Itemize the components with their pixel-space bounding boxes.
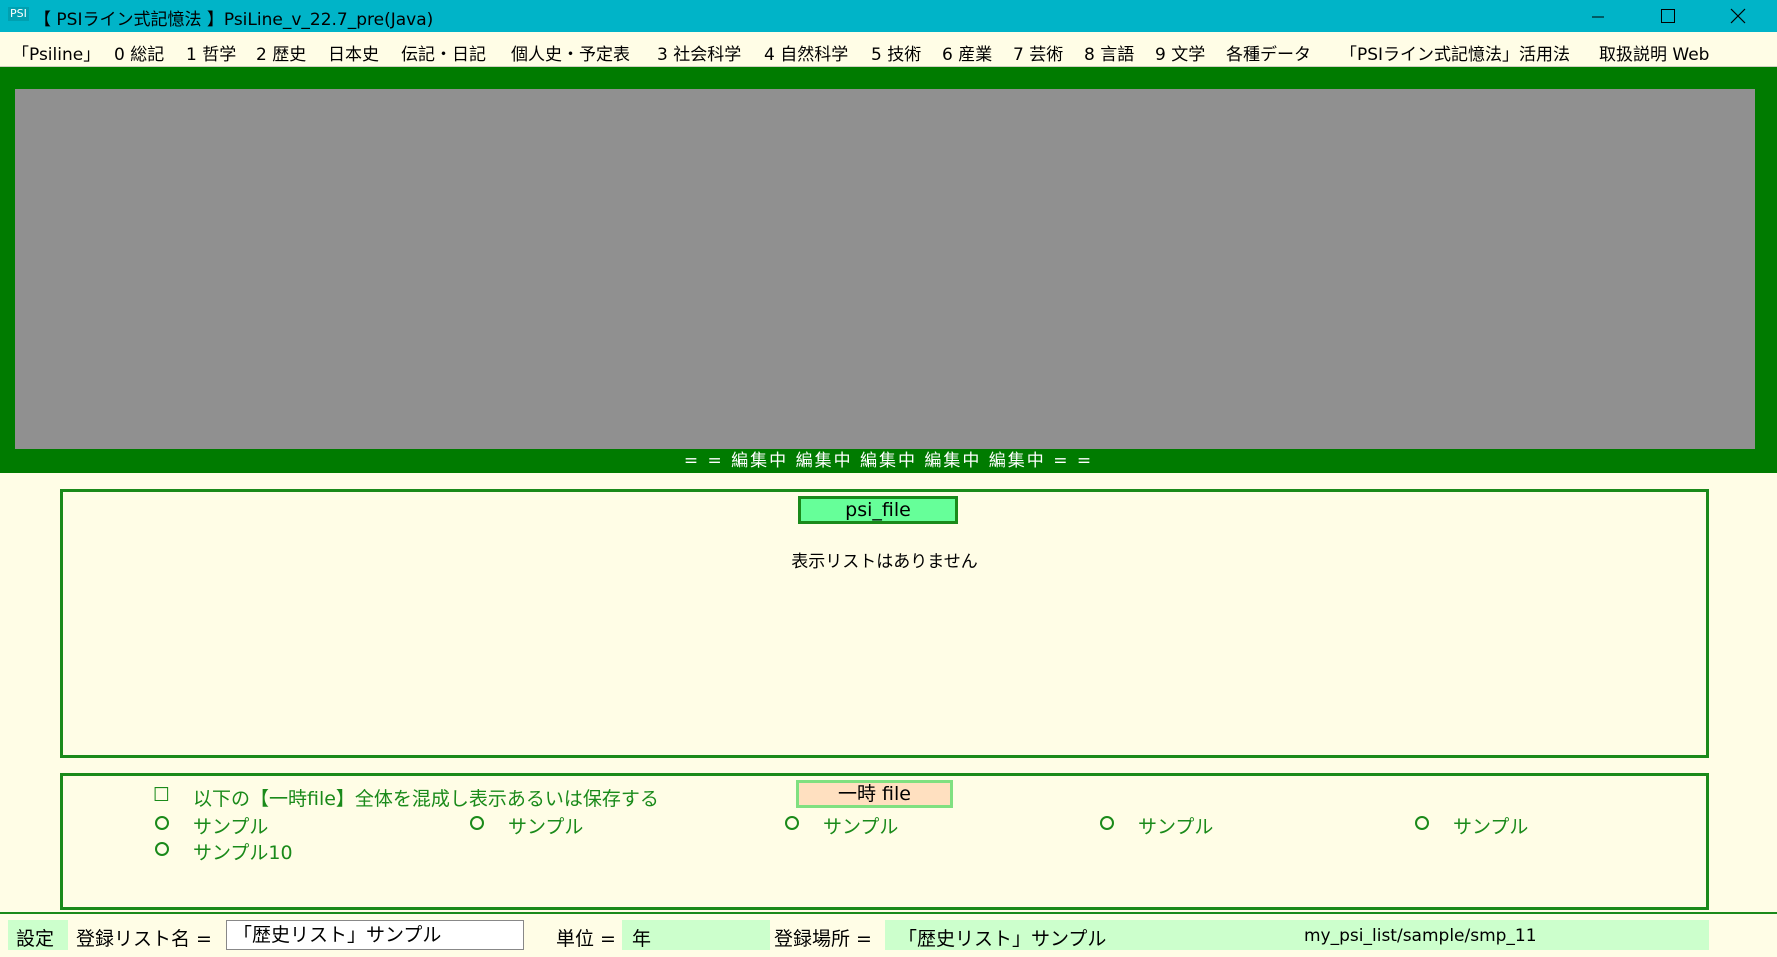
radio-label-3: サンプル xyxy=(823,816,899,838)
menu-language[interactable]: 8 言語 xyxy=(1084,40,1134,65)
menu-general[interactable]: 0 総記 xyxy=(114,40,164,65)
timeline-area: = = 編集中 編集中 編集中 編集中 編集中 = = xyxy=(0,67,1777,473)
radio-label-10: サンプル10 xyxy=(193,842,293,864)
list-path: my_psi_list/sample/smp_11 xyxy=(1304,926,1537,946)
maximize-button[interactable] xyxy=(1635,0,1701,32)
menu-literature[interactable]: 9 文学 xyxy=(1155,40,1205,65)
timeline-canvas[interactable] xyxy=(15,89,1755,449)
menu-technology[interactable]: 5 技術 xyxy=(871,40,921,65)
empty-list-message: 表示リストはありません xyxy=(791,552,978,572)
radio-sample-4[interactable] xyxy=(1100,816,1114,830)
menu-social-science[interactable]: 3 社会科学 xyxy=(657,40,741,65)
menu-philosophy[interactable]: 1 哲学 xyxy=(186,40,236,65)
close-icon xyxy=(1730,8,1746,24)
radio-label-1: サンプル xyxy=(193,816,269,838)
menu-usage[interactable]: 「PSIライン式記憶法」活用法 xyxy=(1340,40,1570,65)
unit-label: 単位 = xyxy=(556,928,616,950)
list-panel: psi_file 表示リストはありません xyxy=(60,489,1709,758)
menu-arts[interactable]: 7 芸術 xyxy=(1013,40,1063,65)
status-bar: 設定 登録リスト名 = 「歴史リスト」サンプル 単位 = 年 登録場所 = 「歴… xyxy=(0,912,1777,957)
radio-label-4: サンプル xyxy=(1138,816,1214,838)
merge-checkbox-label: 以下の【一時file】全体を混成し表示あるいは保存する xyxy=(193,788,659,810)
radio-sample-2[interactable] xyxy=(470,816,484,830)
menu-manual-web[interactable]: 取扱説明 Web xyxy=(1599,40,1709,65)
menu-biography[interactable]: 伝記・日記 xyxy=(401,40,486,65)
title-bar: PSI 【 PSIライン式記憶法 】PsiLine_v_22.7_pre(Jav… xyxy=(0,0,1777,32)
menu-psiline[interactable]: 「Psiline」 xyxy=(12,40,100,65)
radio-sample-3[interactable] xyxy=(785,816,799,830)
minimize-button[interactable] xyxy=(1565,0,1631,32)
psi-file-button[interactable]: psi_file xyxy=(798,496,958,524)
location-field[interactable]: 「歴史リスト」サンプル xyxy=(898,924,1106,951)
menu-bar: 「Psiline」 0 総記 1 哲学 2 歴史 日本史 伝記・日記 個人史・予… xyxy=(0,32,1777,67)
radio-sample-5[interactable] xyxy=(1415,816,1429,830)
temp-file-panel: ☐ 以下の【一時file】全体を混成し表示あるいは保存する 一時 file サン… xyxy=(60,773,1709,910)
menu-history[interactable]: 2 歴史 xyxy=(256,40,306,65)
location-label: 登録場所 = xyxy=(774,928,872,950)
app-icon: PSI xyxy=(8,7,29,21)
merge-checkbox[interactable]: ☐ xyxy=(153,784,170,806)
radio-sample-1[interactable] xyxy=(155,816,169,830)
radio-label-2: サンプル xyxy=(508,816,584,838)
menu-japanese-history[interactable]: 日本史 xyxy=(328,40,379,65)
radio-label-5: サンプル xyxy=(1453,816,1529,838)
radio-sample-10[interactable] xyxy=(155,842,169,856)
settings-button[interactable]: 設定 xyxy=(16,924,54,951)
menu-personal-history[interactable]: 個人史・予定表 xyxy=(511,40,630,65)
menu-natural-science[interactable]: 4 自然科学 xyxy=(764,40,848,65)
editing-status: = = 編集中 編集中 編集中 編集中 編集中 = = xyxy=(683,451,1094,471)
list-name-label: 登録リスト名 = xyxy=(76,928,212,950)
minimize-icon xyxy=(1592,16,1604,18)
unit-field[interactable]: 年 xyxy=(632,924,651,951)
list-name-field[interactable]: 「歴史リスト」サンプル xyxy=(226,920,524,950)
menu-industry[interactable]: 6 産業 xyxy=(942,40,992,65)
maximize-icon xyxy=(1661,9,1675,23)
temp-file-button[interactable]: 一時 file xyxy=(796,780,953,808)
close-button[interactable] xyxy=(1705,0,1771,32)
menu-data[interactable]: 各種データ xyxy=(1226,40,1311,65)
window-title: 【 PSIライン式記憶法 】PsiLine_v_22.7_pre(Java) xyxy=(34,10,434,30)
